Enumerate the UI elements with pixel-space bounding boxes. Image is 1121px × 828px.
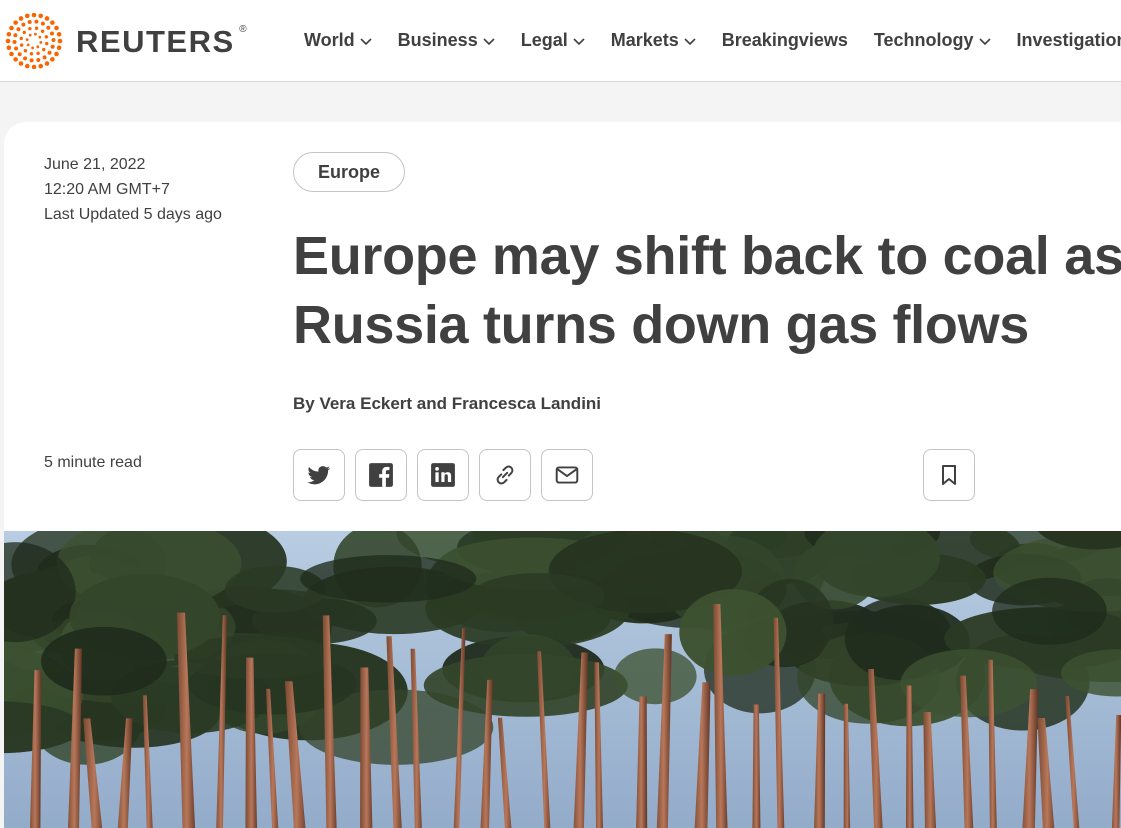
nav-item-technology[interactable]: Technology — [874, 30, 991, 51]
nav-item-world[interactable]: World — [304, 30, 372, 51]
twitter-icon — [307, 466, 331, 485]
bookmark-button[interactable] — [923, 449, 975, 501]
article-headline: Europe may shift back to coal as Russia … — [293, 226, 1121, 355]
chevron-down-icon — [978, 38, 991, 46]
chevron-down-icon — [684, 38, 696, 46]
article-meta: June 21, 2022 12:20 AM GMT+7 Last Update… — [44, 152, 222, 227]
share-facebook-button[interactable] — [355, 449, 407, 501]
article-byline: By Vera Eckert and Francesca Landini — [293, 394, 602, 413]
share-bar — [293, 449, 603, 501]
chevron-down-icon — [360, 38, 372, 46]
read-time: 5 minute read — [44, 454, 142, 471]
share-twitter-button[interactable] — [293, 449, 345, 501]
pine-forest-photo — [4, 531, 1121, 828]
article-card: June 21, 2022 12:20 AM GMT+7 Last Update… — [4, 122, 1121, 828]
section-tag-europe[interactable]: Europe — [293, 152, 406, 192]
brand-name: REUTERS ® — [76, 24, 247, 59]
nav-item-investigations[interactable]: Investigations — [1017, 30, 1121, 51]
reuters-logo-icon — [5, 13, 63, 69]
site-header: REUTERS ® World Business Legal Markets Br… — [0, 0, 1121, 82]
nav-item-markets[interactable]: Markets — [611, 30, 696, 51]
nav-item-breakingviews[interactable]: Breakingviews — [722, 30, 848, 51]
reuters-logo[interactable]: REUTERS ® — [4, 13, 247, 69]
nav-item-legal[interactable]: Legal — [521, 30, 585, 51]
facebook-icon — [369, 463, 393, 487]
share-linkedin-button[interactable] — [417, 449, 469, 501]
chevron-down-icon — [483, 38, 495, 46]
main-nav: World Business Legal Markets Breakingvie… — [304, 30, 1121, 51]
hero-image — [4, 531, 1121, 828]
link-icon — [496, 465, 514, 485]
copy-link-button[interactable] — [479, 449, 531, 501]
last-updated: Last Updated 5 days ago — [44, 206, 222, 223]
nav-item-business[interactable]: Business — [398, 30, 495, 51]
share-email-button[interactable] — [541, 449, 593, 501]
bookmark-icon — [942, 465, 956, 485]
email-icon — [555, 466, 579, 484]
publish-date: June 21, 2022 — [44, 156, 146, 173]
chevron-down-icon — [573, 38, 585, 46]
publish-time: 12:20 AM GMT+7 — [44, 181, 170, 198]
linkedin-icon — [431, 463, 455, 487]
